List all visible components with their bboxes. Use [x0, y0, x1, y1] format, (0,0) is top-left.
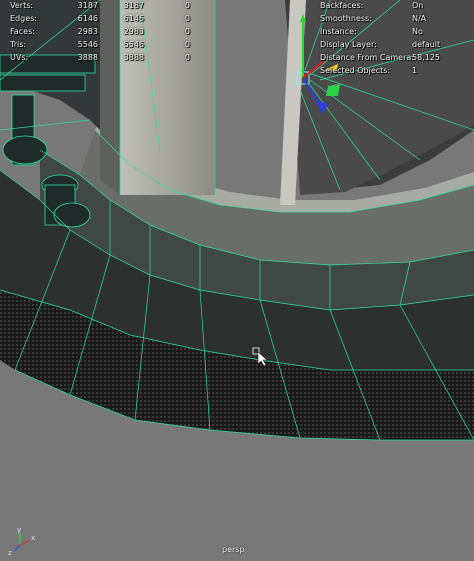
scene-render[interactable]: y x z	[0, 0, 474, 561]
hud-value: 3187	[77, 1, 98, 10]
hud-row-verts: Verts: 3187 3187 0	[10, 0, 200, 12]
hud-label: Edges:	[10, 14, 37, 23]
poly-count-hud: Verts: 3187 3187 0 Edges: 6146 6146 0 Fa…	[10, 0, 200, 64]
hud-value: 2983	[123, 27, 144, 36]
hud-row-edges: Edges: 6146 6146 0	[10, 12, 200, 25]
hud-label: Smoothness:	[320, 14, 372, 23]
hud-label: Faces:	[10, 27, 35, 36]
hud-value: N/A	[412, 14, 427, 23]
camera-name-label: persp	[222, 545, 245, 554]
hud-row-instance: Instance: No	[320, 25, 470, 38]
hud-value: 58.125	[412, 53, 440, 62]
hud-row-display-layer: Display Layer: default	[320, 38, 470, 51]
hud-row-uvs: UVs: 3888 3888 0	[10, 51, 200, 64]
hud-value: 6146	[77, 14, 98, 23]
hud-row-faces: Faces: 2983 2983 0	[10, 25, 200, 38]
hud-label: Tris:	[10, 40, 27, 49]
hud-value: 0	[184, 14, 190, 23]
hud-label: Distance From Camera:	[320, 53, 414, 62]
hud-label: UVs:	[10, 53, 29, 62]
hud-value: 0	[184, 40, 190, 49]
maya-viewport[interactable]: y x z Verts: 3187 3187 0 Edges: 6146 614…	[0, 0, 474, 561]
hud-value: default	[412, 40, 441, 49]
hud-row-backfaces: Backfaces: On	[320, 0, 470, 12]
axis-y-label: y	[17, 526, 21, 534]
hud-value: 2983	[77, 27, 98, 36]
hud-row-selected-objects: Selected Objects: 1	[320, 64, 470, 77]
hud-row-tris: Tris: 5546 5546 0	[10, 38, 200, 51]
axis-x-label: x	[31, 534, 35, 542]
hud-value: 5546	[123, 40, 144, 49]
hud-value: 5546	[77, 40, 98, 49]
hud-value: No	[412, 27, 423, 36]
axis-z-label: z	[8, 549, 12, 557]
hud-value: 3187	[123, 1, 144, 10]
hud-value: 6146	[123, 14, 144, 23]
hud-label: Display Layer:	[320, 40, 377, 49]
hud-label: Verts:	[10, 1, 34, 10]
hud-row-smoothness: Smoothness: N/A	[320, 12, 470, 25]
hud-value: 3888	[123, 53, 144, 62]
hud-label: Selected Objects:	[320, 66, 391, 75]
hud-value: 1	[412, 66, 418, 75]
hud-label: Backfaces:	[320, 1, 364, 10]
hud-row-distance: Distance From Camera: 58.125	[320, 51, 470, 64]
hud-label: Instance:	[320, 27, 357, 36]
hud-value: 0	[184, 27, 190, 36]
hud-value: 0	[184, 53, 190, 62]
hud-value: On	[412, 1, 424, 10]
hud-value: 3888	[77, 53, 98, 62]
object-details-hud: Backfaces: On Smoothness: N/A Instance: …	[320, 0, 470, 77]
hud-value: 0	[184, 1, 190, 10]
